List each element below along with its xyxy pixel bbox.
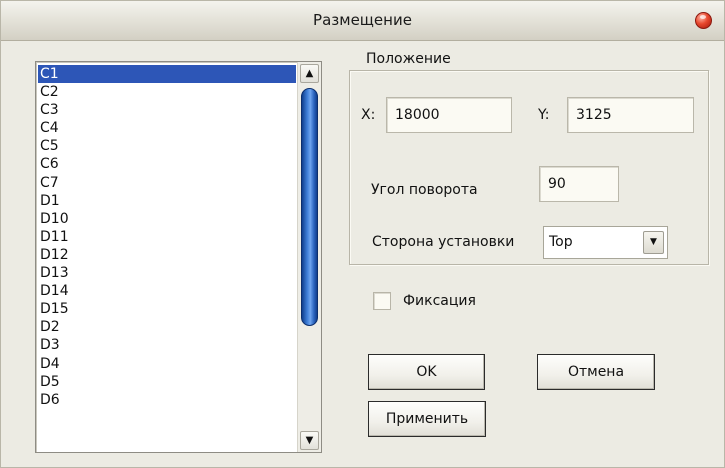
- fix-checkbox[interactable]: [373, 292, 391, 310]
- list-item[interactable]: D12: [38, 246, 296, 264]
- rotation-label: Угол поворота: [371, 182, 478, 198]
- list-item[interactable]: D5: [38, 373, 296, 391]
- list-item[interactable]: D11: [38, 228, 296, 246]
- scroll-down-arrow-icon[interactable]: ▼: [300, 431, 319, 450]
- position-group-legend: Положение: [363, 51, 454, 67]
- apply-button[interactable]: Применить: [368, 401, 486, 437]
- placement-dialog: Размещение C1 C2 C3 C4 C5 C6 C7 D1 D10 D…: [0, 0, 725, 468]
- ok-button[interactable]: OK: [368, 354, 485, 390]
- close-icon[interactable]: [695, 12, 712, 29]
- y-coordinate-input[interactable]: [567, 97, 694, 133]
- component-listbox[interactable]: C1 C2 C3 C4 C5 C6 C7 D1 D10 D11 D12 D13 …: [35, 61, 322, 453]
- list-item[interactable]: D10: [38, 210, 296, 228]
- y-label: Y:: [538, 107, 550, 123]
- list-scrollbar[interactable]: ▲ ▼: [297, 62, 321, 452]
- list-item[interactable]: D15: [38, 300, 296, 318]
- list-item[interactable]: D2: [38, 318, 296, 336]
- list-item[interactable]: C7: [38, 174, 296, 192]
- rotation-angle-input[interactable]: [539, 166, 619, 202]
- list-item[interactable]: C6: [38, 155, 296, 173]
- list-item[interactable]: C1: [38, 65, 296, 84]
- list-item[interactable]: C2: [38, 83, 296, 101]
- list-item[interactable]: D1: [38, 192, 296, 210]
- chevron-down-icon[interactable]: ▼: [643, 231, 664, 254]
- scroll-thumb[interactable]: [301, 88, 318, 326]
- list-item[interactable]: C5: [38, 137, 296, 155]
- title-bar[interactable]: Размещение: [1, 1, 724, 41]
- list-item[interactable]: C3: [38, 101, 296, 119]
- window-title: Размещение: [313, 11, 412, 29]
- list-item[interactable]: D6: [38, 391, 296, 409]
- list-item[interactable]: C4: [38, 119, 296, 137]
- list-item[interactable]: D14: [38, 282, 296, 300]
- x-coordinate-input[interactable]: [386, 97, 512, 133]
- mount-side-select[interactable]: Top ▼: [543, 226, 668, 259]
- fix-label[interactable]: Фиксация: [403, 293, 476, 309]
- mount-side-value: Top: [549, 234, 573, 250]
- mount-side-label: Сторона установки: [372, 234, 515, 250]
- list-item[interactable]: D3: [38, 336, 296, 354]
- cancel-button[interactable]: Отмена: [537, 354, 655, 390]
- list-item[interactable]: D13: [38, 264, 296, 282]
- scroll-up-arrow-icon[interactable]: ▲: [300, 64, 319, 83]
- x-label: X:: [361, 107, 376, 123]
- list-item[interactable]: D4: [38, 355, 296, 373]
- component-list: C1 C2 C3 C4 C5 C6 C7 D1 D10 D11 D12 D13 …: [38, 65, 296, 409]
